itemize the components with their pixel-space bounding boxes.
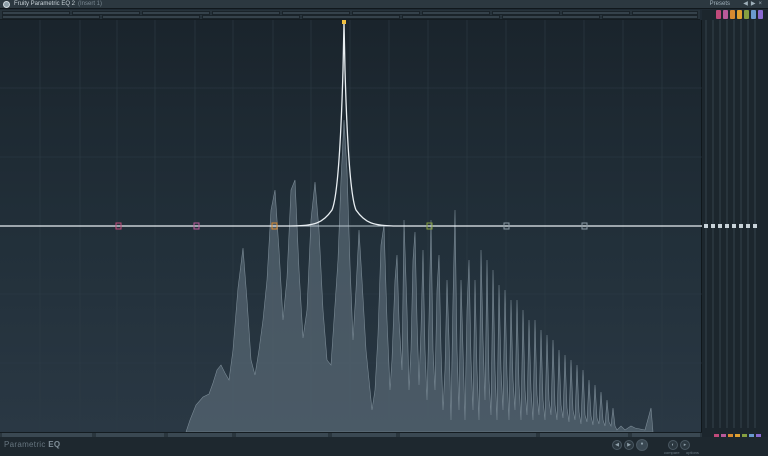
footer: Parametric EQ ◀ ▶ ● ◐ ▸ compare options (0, 437, 768, 456)
band-shape-cell-4[interactable] (302, 15, 400, 19)
gain-handle-main[interactable] (753, 224, 757, 228)
eq-graph-canvas[interactable] (0, 20, 702, 432)
close-icon[interactable]: × (758, 1, 765, 7)
gain-handle-7[interactable] (746, 224, 750, 228)
band-parameter-strip (0, 10, 700, 20)
band-shape-cell-2[interactable] (102, 15, 200, 19)
gain-handle-3[interactable] (718, 224, 722, 228)
band-2-select[interactable] (723, 10, 728, 19)
band-3-select[interactable] (730, 10, 735, 19)
plugin-menu-icon[interactable] (3, 1, 10, 8)
band-1-select[interactable] (716, 10, 721, 19)
eq-response-curve[interactable] (0, 21, 702, 227)
window-subtitle: (Insert 1) (78, 1, 103, 7)
window-title: Fruity Parametric EQ 2 (Insert 1) (14, 1, 103, 7)
compare-label: compare (664, 450, 680, 455)
band-shape-cell-1[interactable] (2, 15, 100, 19)
gain-handle-1[interactable] (704, 224, 708, 228)
brand-logo: Parametric EQ (4, 440, 60, 449)
options-button[interactable]: ◐ (668, 440, 678, 450)
compare-prev-button[interactable]: ◀ (612, 440, 622, 450)
options-label: options (686, 450, 699, 455)
gain-handle-4[interactable] (725, 224, 729, 228)
band-4-select[interactable] (737, 10, 742, 19)
band-4-handle[interactable] (342, 20, 346, 24)
prev-preset-icon[interactable]: ◀ (743, 1, 751, 7)
band-shape-cell-5[interactable] (402, 15, 500, 19)
band-5-select[interactable] (744, 10, 749, 19)
eq-graph[interactable] (0, 20, 702, 432)
gain-handle-5[interactable] (732, 224, 736, 228)
title-bar: Fruity Parametric EQ 2 (Insert 1) Presets… (0, 0, 768, 9)
options-arrow-button[interactable]: ▸ (680, 440, 690, 450)
window-controls[interactable]: ◀▶× (743, 0, 765, 9)
compare-next-button[interactable]: ▶ (624, 440, 634, 450)
band-shape-cell-3[interactable] (202, 15, 300, 19)
gain-handle-2[interactable] (711, 224, 715, 228)
spectrum-fill (185, 119, 654, 432)
gain-handle-6[interactable] (739, 224, 743, 228)
band-6-select[interactable] (751, 10, 756, 19)
gain-sliders-canvas (704, 20, 761, 438)
band-gain-panel (702, 10, 768, 440)
brand-prefix: Parametric (4, 440, 46, 449)
presets-label[interactable]: Presets (710, 0, 730, 9)
band-7-select[interactable] (758, 10, 763, 19)
band-shape-cell-7[interactable] (602, 15, 698, 19)
compare-toggle-button[interactable]: ● (636, 439, 648, 451)
brand-suffix: EQ (48, 440, 61, 449)
band-handles[interactable] (115, 20, 588, 230)
band-shape-cell-6[interactable] (502, 15, 600, 19)
